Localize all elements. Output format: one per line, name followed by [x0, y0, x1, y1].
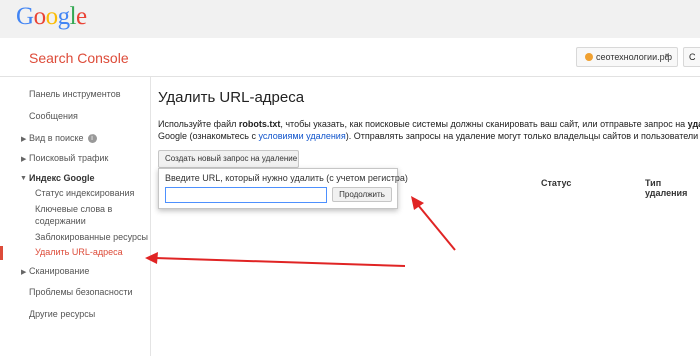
annotation-arrows	[145, 196, 456, 267]
arrow-to-popup	[411, 196, 456, 251]
arrow-to-sidebar	[145, 252, 406, 267]
